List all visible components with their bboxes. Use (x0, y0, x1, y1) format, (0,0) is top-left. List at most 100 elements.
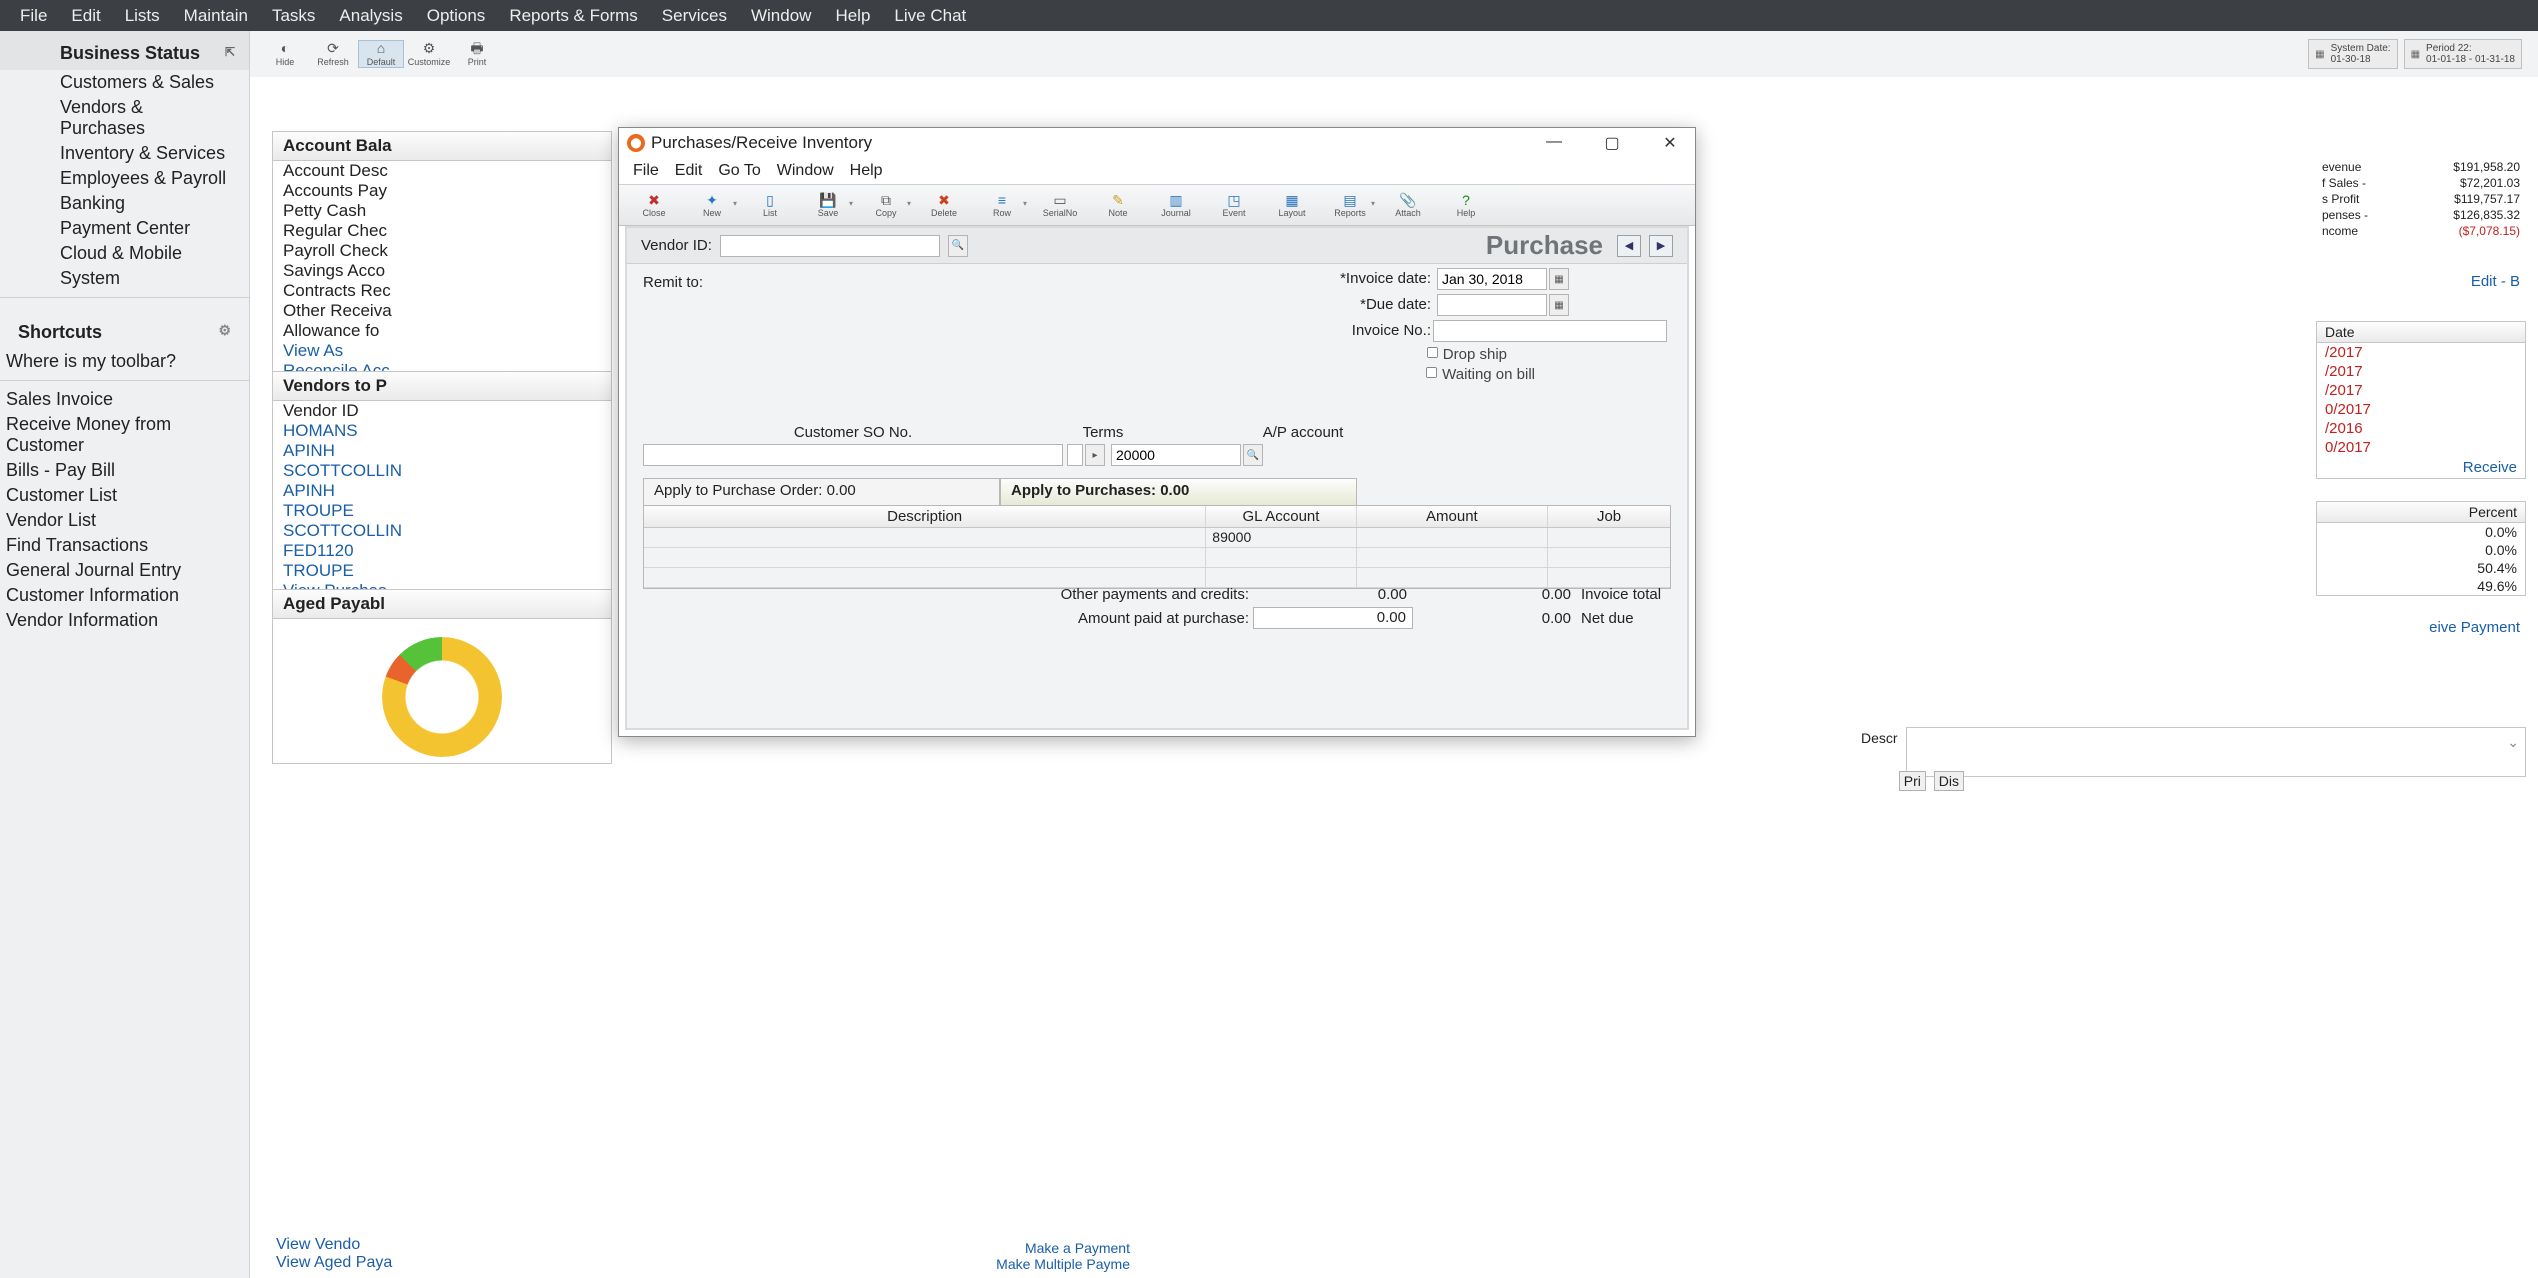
invoice-date-picker[interactable]: ▦ (1549, 268, 1569, 290)
modal-tb-delete[interactable]: ✖Delete (915, 193, 973, 218)
tb-customize[interactable]: ⚙Customize (406, 41, 452, 67)
system-date-badge[interactable]: ▦System Date:01-30-18 (2308, 39, 2397, 69)
menu-help[interactable]: Help (823, 6, 882, 26)
prev-record-button[interactable]: ◀ (1617, 235, 1641, 257)
modal-menu-help[interactable]: Help (842, 162, 891, 180)
shortcut-sales-invoice[interactable]: Sales Invoice (0, 387, 249, 412)
invoice-no-input[interactable] (1433, 320, 1667, 342)
gl-account-cell[interactable]: 89000 (1206, 528, 1356, 547)
shortcut-find-transactions[interactable]: Find Transactions (0, 533, 249, 558)
nav-system[interactable]: System (0, 266, 249, 291)
shortcut-pay-bill[interactable]: Bills - Pay Bill (0, 458, 249, 483)
vendor-row[interactable]: TROUPE (273, 501, 611, 521)
make-multiple-payments-link[interactable]: Make Multiple Payme (750, 1256, 1130, 1272)
terms-lookup[interactable]: ▸ (1085, 444, 1105, 466)
menu-services[interactable]: Services (650, 6, 739, 26)
tb-print[interactable]: 🖶Print (454, 41, 500, 67)
grid-row[interactable]: 89000 (644, 528, 1670, 548)
modal-menu-file[interactable]: File (625, 162, 667, 180)
shortcut-vendor-list[interactable]: Vendor List (0, 508, 249, 533)
menu-window[interactable]: Window (739, 6, 823, 26)
shortcut-toolbar-q[interactable]: Where is my toolbar? (0, 349, 249, 374)
modal-tb-row[interactable]: ≡Row▾ (973, 193, 1031, 218)
tb-hide[interactable]: ◐Hide (262, 41, 308, 67)
terms-input[interactable] (1067, 444, 1083, 466)
shortcut-customer-info[interactable]: Customer Information (0, 583, 249, 608)
customer-so-input[interactable] (643, 444, 1063, 466)
chevron-icon[interactable]: ⌄ (2507, 734, 2519, 751)
vendor-row[interactable]: TROUPE (273, 561, 611, 581)
vendor-row[interactable]: FED1120 (273, 541, 611, 561)
nav-vendors-purchases[interactable]: Vendors & Purchases (0, 95, 249, 141)
menu-file[interactable]: File (8, 6, 59, 26)
modal-tb-list[interactable]: ▯List (741, 193, 799, 218)
menu-options[interactable]: Options (415, 6, 498, 26)
nav-employees-payroll[interactable]: Employees & Payroll (0, 166, 249, 191)
description-box[interactable]: Descr ⌄ (1906, 727, 2526, 777)
menu-tasks[interactable]: Tasks (260, 6, 327, 26)
tb-default[interactable]: ⌂Default (358, 40, 404, 68)
vendor-id-input[interactable] (720, 235, 940, 257)
period-badge[interactable]: ▦Period 22:01-01-18 - 01-31-18 (2404, 39, 2522, 69)
menu-lists[interactable]: Lists (113, 6, 172, 26)
shortcut-vendor-info[interactable]: Vendor Information (0, 608, 249, 633)
shortcut-general-journal[interactable]: General Journal Entry (0, 558, 249, 583)
tab-apply-po[interactable]: Apply to Purchase Order: 0.00 (643, 478, 1000, 506)
modal-menu-window[interactable]: Window (769, 162, 842, 180)
pin-icon[interactable]: ⇱ (225, 45, 235, 59)
amount-paid-input[interactable]: 0.00 (1253, 607, 1413, 629)
ap-account-input[interactable] (1111, 444, 1241, 466)
menu-analysis[interactable]: Analysis (327, 6, 414, 26)
nav-customers-sales[interactable]: Customers & Sales (0, 70, 249, 95)
receive-payment-link[interactable]: eive Payment (2429, 619, 2520, 636)
acct-link-view[interactable]: View As (273, 341, 611, 361)
grid-row[interactable] (644, 548, 1670, 568)
modal-tb-note[interactable]: ✎Note (1089, 193, 1147, 218)
dis-button[interactable]: Dis (1934, 771, 1964, 791)
make-payment-link[interactable]: Make a Payment (750, 1240, 1130, 1256)
modal-menu-edit[interactable]: Edit (667, 162, 711, 180)
vendor-row[interactable]: APINH (273, 441, 611, 461)
vendor-row[interactable]: APINH (273, 481, 611, 501)
shortcut-customer-list[interactable]: Customer List (0, 483, 249, 508)
modal-tb-help[interactable]: ?Help (1437, 193, 1495, 218)
view-vendor-link[interactable]: View Vendo (272, 1236, 396, 1254)
minimize-button[interactable]: — (1537, 133, 1571, 153)
due-date-picker[interactable]: ▦ (1549, 294, 1569, 316)
invoice-date-input[interactable] (1437, 268, 1547, 290)
nav-inventory-services[interactable]: Inventory & Services (0, 141, 249, 166)
gear-icon[interactable]: ⚙ (218, 322, 231, 339)
drop-ship-checkbox[interactable]: Drop ship (1426, 346, 1507, 363)
vendor-row[interactable]: HOMANS (273, 421, 611, 441)
close-button[interactable]: ✕ (1653, 133, 1687, 153)
modal-tb-journal[interactable]: ▥Journal (1147, 193, 1205, 218)
shortcut-receive-money[interactable]: Receive Money from Customer (0, 412, 249, 458)
modal-tb-event[interactable]: ◳Event (1205, 193, 1263, 218)
modal-tb-new[interactable]: ✦New▾ (683, 193, 741, 218)
vendor-row[interactable]: SCOTTCOLLIN (273, 521, 611, 541)
tab-apply-purchases[interactable]: Apply to Purchases: 0.00 (1000, 478, 1357, 506)
modal-tb-serialno[interactable]: ▭SerialNo (1031, 193, 1089, 218)
modal-tb-save[interactable]: 💾Save▾ (799, 193, 857, 218)
receive-link[interactable]: Receive (2317, 457, 2525, 478)
vendor-lookup-button[interactable]: 🔍 (948, 235, 968, 257)
edit-link[interactable]: Edit - B (2471, 273, 2520, 290)
modal-tb-close[interactable]: ✖Close (625, 193, 683, 218)
modal-menu-goto[interactable]: Go To (710, 162, 768, 180)
maximize-button[interactable]: ▢ (1595, 133, 1629, 153)
waiting-on-bill-checkbox[interactable]: Waiting on bill (1425, 366, 1535, 383)
due-date-input[interactable] (1437, 294, 1547, 316)
menu-maintain[interactable]: Maintain (172, 6, 260, 26)
ap-account-lookup[interactable]: 🔍 (1243, 444, 1263, 466)
modal-tb-copy[interactable]: ⧉Copy▾ (857, 193, 915, 218)
nav-payment-center[interactable]: Payment Center (0, 216, 249, 241)
tb-refresh[interactable]: ⟳Refresh (310, 41, 356, 67)
next-record-button[interactable]: ▶ (1649, 235, 1673, 257)
view-aged-payable-link[interactable]: View Aged Paya (272, 1254, 396, 1272)
menu-livechat[interactable]: Live Chat (882, 6, 978, 26)
modal-tb-layout[interactable]: ▦Layout (1263, 193, 1321, 218)
pri-button[interactable]: Pri (1899, 771, 1926, 791)
nav-cloud-mobile[interactable]: Cloud & Mobile (0, 241, 249, 266)
nav-banking[interactable]: Banking (0, 191, 249, 216)
modal-tb-reports[interactable]: ▤Reports▾ (1321, 193, 1379, 218)
